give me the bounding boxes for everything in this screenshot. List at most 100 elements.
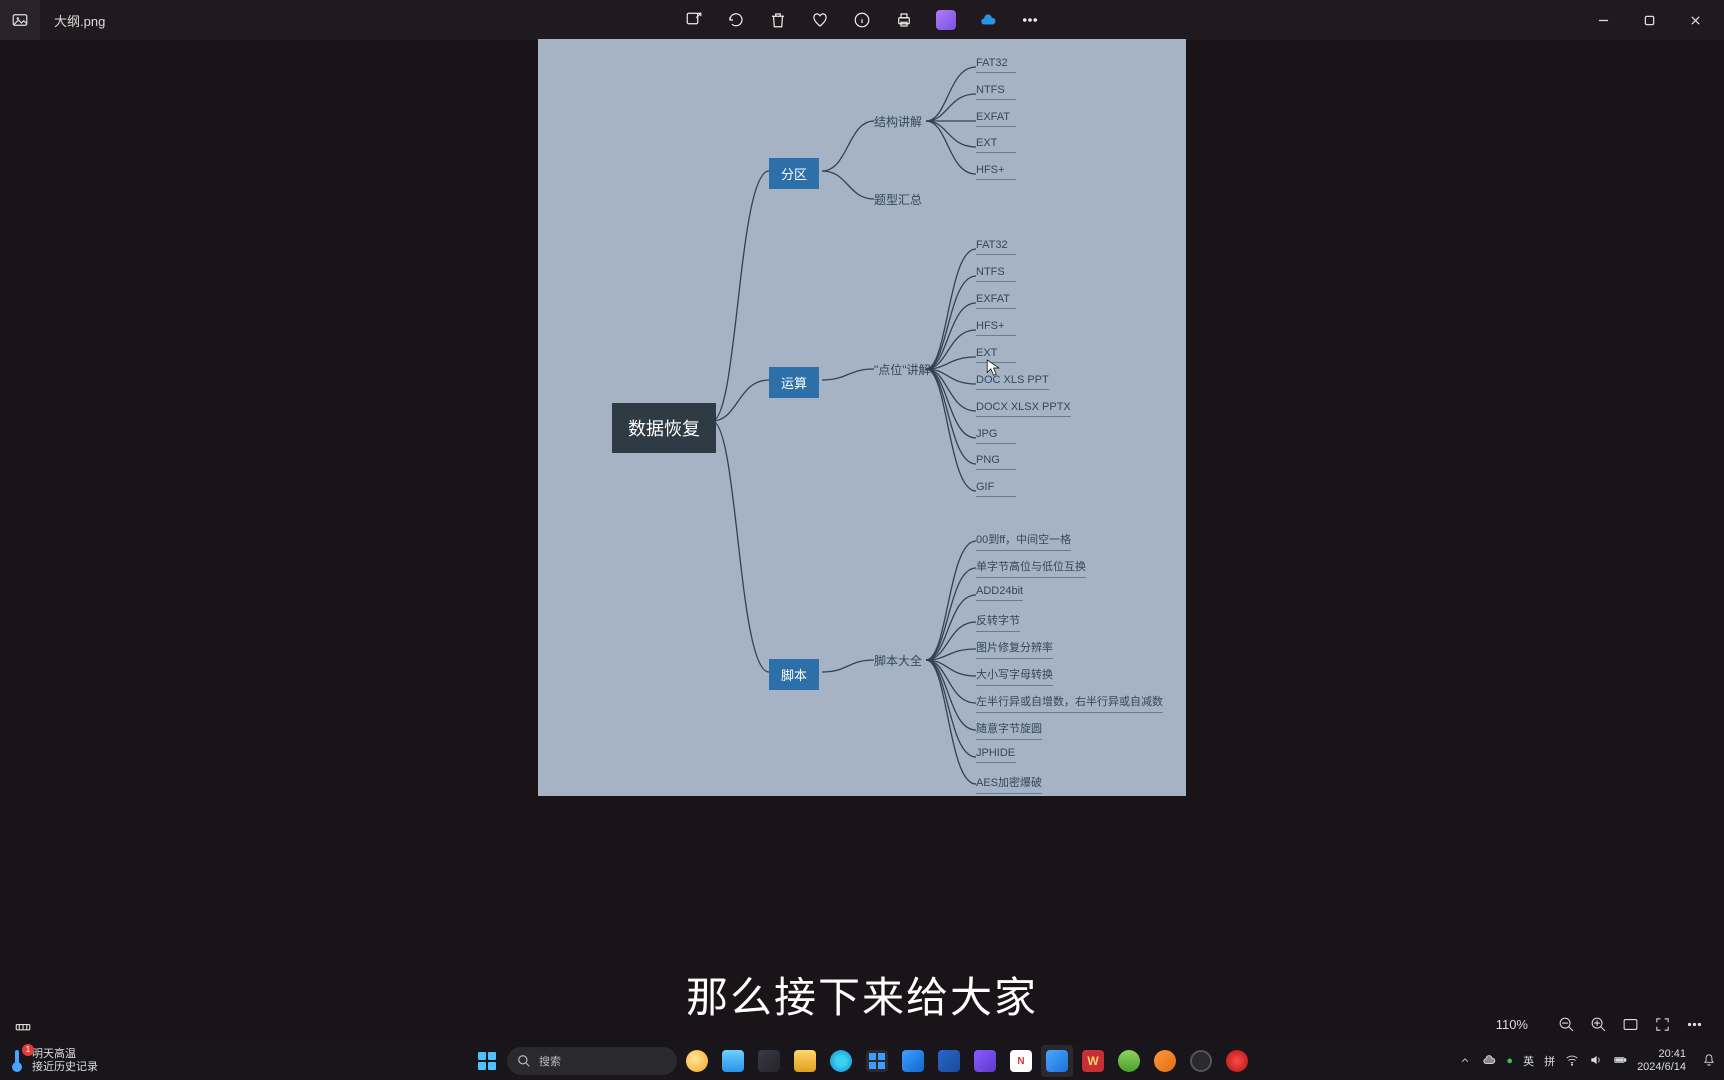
- taskbar-app-icon[interactable]: [681, 1045, 713, 1077]
- taskbar-app-icon[interactable]: N: [1005, 1045, 1037, 1077]
- weather-line1: 明天高温: [32, 1048, 98, 1061]
- mindmap-leaf: 图片修复分辨率: [976, 639, 1053, 659]
- mindmap-leaf: 随意字节旋圆: [976, 720, 1042, 740]
- search-placeholder: 搜索: [539, 1053, 561, 1069]
- alert-badge: 1: [22, 1044, 34, 1056]
- taskbar-weather[interactable]: 1 明天高温 接近历史记录: [0, 1048, 108, 1073]
- back-button[interactable]: [0, 0, 40, 40]
- ime-mode[interactable]: 拼: [1544, 1053, 1555, 1069]
- mindmap-leaf: JPHIDE: [976, 747, 1016, 763]
- mindmap-sub: 脚本大全: [874, 652, 922, 669]
- window-controls: [1580, 0, 1718, 40]
- mindmap-leaf: HFS+: [976, 164, 1016, 180]
- weather-line2: 接近历史记录: [32, 1061, 98, 1074]
- zoom-level[interactable]: 110%: [1496, 1017, 1528, 1032]
- mindmap-leaf: PNG: [976, 454, 1016, 470]
- image-viewport[interactable]: 数据恢复 分区 运算 脚本 结构讲解 题型汇总 "点位"讲解 脚本大全 FAT3…: [0, 40, 1724, 1033]
- onedrive-icon[interactable]: [978, 10, 998, 30]
- taskbar-app-icon[interactable]: [933, 1045, 965, 1077]
- volume-icon[interactable]: [1589, 1053, 1603, 1070]
- viewer-statusbar: 110%: [0, 1006, 1724, 1042]
- clock-time: 20:41: [1637, 1048, 1686, 1061]
- taskbar: 1 明天高温 接近历史记录 搜索 N W ● 英 拼: [0, 1042, 1724, 1080]
- zoom-in-icon[interactable]: [1585, 1016, 1611, 1033]
- taskbar-center: 搜索 N W: [471, 1045, 1253, 1077]
- more-icon[interactable]: [1681, 1016, 1707, 1033]
- mindmap-sub: 题型汇总: [874, 191, 922, 208]
- fullscreen-icon[interactable]: [1649, 1016, 1675, 1033]
- taskbar-app-icon[interactable]: [789, 1045, 821, 1077]
- wifi-icon[interactable]: [1565, 1053, 1579, 1070]
- clipchamp-icon[interactable]: [936, 10, 956, 30]
- mindmap-leaf: DOCX XLSX PPTX: [976, 401, 1071, 417]
- taskbar-app-icon[interactable]: [1113, 1045, 1145, 1077]
- delete-icon[interactable]: [768, 10, 788, 30]
- battery-icon[interactable]: [1613, 1053, 1627, 1070]
- notifications-icon[interactable]: [1702, 1053, 1716, 1070]
- taskbar-app-icon[interactable]: [897, 1045, 929, 1077]
- taskbar-app-icon[interactable]: [1185, 1045, 1217, 1077]
- mindmap-leaf: NTFS: [976, 84, 1016, 100]
- fit-screen-icon[interactable]: [1617, 1016, 1643, 1033]
- taskbar-app-icon[interactable]: [717, 1045, 749, 1077]
- mindmap-leaf: 反转字节: [976, 612, 1020, 632]
- mindmap-leaf: 00到ff，中间空一格: [976, 531, 1071, 551]
- toolbar-center: [684, 10, 1040, 30]
- ime-language[interactable]: 英: [1523, 1053, 1534, 1069]
- mindmap-leaf: EXT: [976, 137, 1016, 153]
- rotate-icon[interactable]: [726, 10, 746, 30]
- start-button[interactable]: [471, 1045, 503, 1077]
- more-icon[interactable]: [1020, 10, 1040, 30]
- photo-icon: [11, 11, 29, 29]
- mindmap-sub: 结构讲解: [874, 113, 922, 130]
- edit-image-icon[interactable]: [684, 10, 704, 30]
- mindmap-leaf: 大小写字母转换: [976, 666, 1053, 686]
- mindmap-leaf: EXFAT: [976, 293, 1016, 309]
- mindmap-leaf: FAT32: [976, 57, 1016, 73]
- taskbar-app-icon[interactable]: [1041, 1045, 1073, 1077]
- taskbar-app-icon[interactable]: W: [1077, 1045, 1109, 1077]
- close-button[interactable]: [1672, 0, 1718, 40]
- thermometer-icon: [10, 1050, 24, 1072]
- mindmap-leaf: GIF: [976, 481, 1016, 497]
- titlebar: 大纲.png: [0, 0, 1724, 40]
- displayed-image: 数据恢复 分区 运算 脚本 结构讲解 题型汇总 "点位"讲解 脚本大全 FAT3…: [538, 39, 1186, 796]
- zoom-out-icon[interactable]: [1553, 1016, 1579, 1033]
- tray-onedrive-icon[interactable]: [1482, 1053, 1496, 1070]
- clock-date: 2024/6/14: [1637, 1061, 1686, 1074]
- taskbar-app-icon[interactable]: [861, 1045, 893, 1077]
- print-icon[interactable]: [894, 10, 914, 30]
- mindmap-leaf: JPG: [976, 428, 1016, 444]
- taskbar-clock[interactable]: 20:41 2024/6/14: [1637, 1048, 1692, 1073]
- mindmap-leaf: NTFS: [976, 266, 1016, 282]
- mindmap-branch: 脚本: [769, 659, 819, 690]
- taskbar-app-icon[interactable]: [1149, 1045, 1181, 1077]
- tray-wechat-icon[interactable]: ●: [1506, 1055, 1513, 1067]
- file-name: 大纲.png: [54, 11, 105, 30]
- taskbar-app-icon[interactable]: [969, 1045, 1001, 1077]
- maximize-button[interactable]: [1626, 0, 1672, 40]
- mindmap-leaf: HFS+: [976, 320, 1016, 336]
- mouse-cursor-icon: [986, 359, 1001, 377]
- favorite-icon[interactable]: [810, 10, 830, 30]
- mindmap-leaf: FAT32: [976, 239, 1016, 255]
- mindmap-root: 数据恢复: [612, 403, 716, 453]
- mindmap-leaf: ADD24bit: [976, 585, 1023, 601]
- taskbar-app-icon[interactable]: [753, 1045, 785, 1077]
- minimize-button[interactable]: [1580, 0, 1626, 40]
- info-icon[interactable]: [852, 10, 872, 30]
- mindmap-sub: "点位"讲解: [874, 361, 931, 378]
- taskbar-app-icon[interactable]: [825, 1045, 857, 1077]
- mindmap-leaf: 单字节高位与低位互换: [976, 558, 1086, 578]
- system-tray: ● 英 拼 20:41 2024/6/14: [1458, 1048, 1716, 1073]
- tray-chevron-icon[interactable]: [1458, 1053, 1472, 1070]
- mindmap-branch: 运算: [769, 367, 819, 398]
- mindmap-leaf: AES加密爆破: [976, 774, 1042, 794]
- filmstrip-toggle-icon[interactable]: [14, 1014, 34, 1034]
- taskbar-app-icon[interactable]: [1221, 1045, 1253, 1077]
- mindmap-leaf: 左半行异或自增数，右半行异或自减数: [976, 693, 1163, 713]
- search-icon: [517, 1054, 531, 1068]
- taskbar-search[interactable]: 搜索: [507, 1047, 677, 1075]
- mindmap-branch: 分区: [769, 158, 819, 189]
- mindmap-leaf: EXFAT: [976, 111, 1016, 127]
